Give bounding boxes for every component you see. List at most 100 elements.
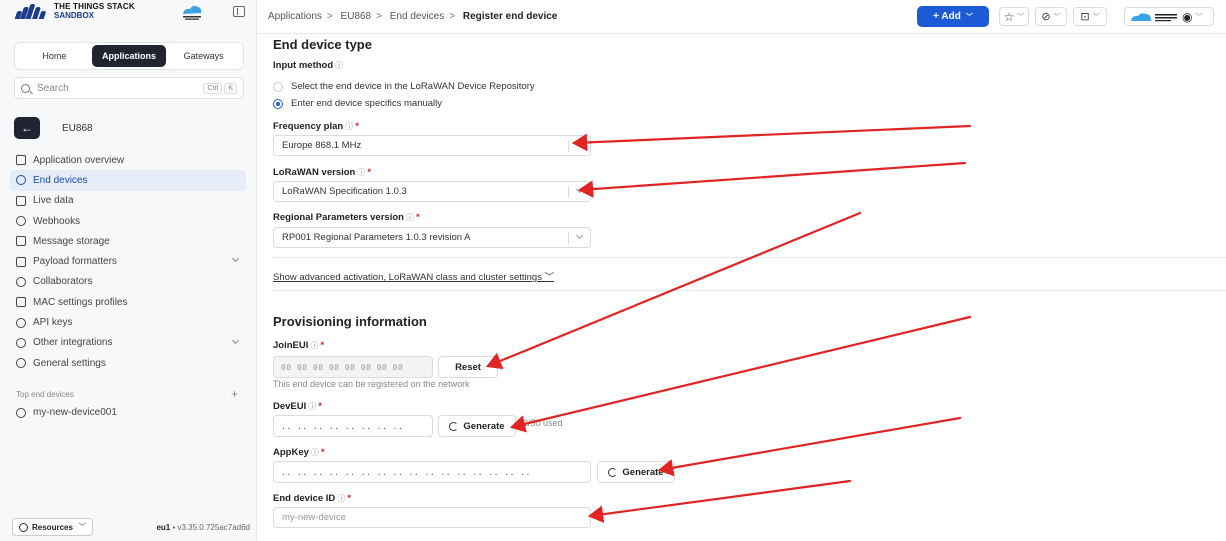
joineui-field[interactable]: 00 00 00 00 00 00 00 00 (273, 356, 433, 378)
radio-button[interactable] (273, 98, 283, 109)
sidebar-item-api-keys[interactable]: API keys (10, 312, 246, 332)
top-bar: Applications > EU868 > End devices > Regist… (257, 0, 1226, 34)
sidebar-item-payload-formatters[interactable]: Payload formatters (10, 251, 246, 271)
sidebar-item-mac-settings-profiles[interactable]: MAC settings profiles (10, 292, 246, 312)
braces-icon (16, 256, 26, 267)
cloud-logo-icon (1131, 12, 1151, 21)
sidebar-item-label: Collaborators (33, 276, 93, 288)
star-icon: ☆ (1003, 9, 1015, 24)
account-menu[interactable]: ◉ ﹀ (1124, 7, 1214, 26)
bookmarks-button[interactable]: ☆ ﹀ (999, 7, 1029, 26)
tts-logo-icon (14, 3, 47, 19)
appkey-field[interactable]: .. .. .. .. .. .. .. .. .. .. .. .. .. .… (273, 461, 591, 483)
sidebar-item-webhooks[interactable]: Webhooks (10, 211, 246, 231)
search-input[interactable]: Search Ctrl K (14, 77, 244, 99)
refresh-icon (449, 421, 459, 431)
sidebar-item-general-settings[interactable]: General settings (10, 353, 246, 373)
lorawan-version-select[interactable]: LoRaWAN Specification 1.0.3 (273, 181, 591, 202)
sidebar-item-label: Other integrations (33, 337, 113, 349)
sidebar-item-live-data[interactable]: Live data (10, 191, 246, 211)
breadcrumb-end-devices[interactable]: End devices (390, 11, 444, 22)
sidebar-item-other-integrations[interactable]: Other integrations (10, 333, 246, 353)
help-icon[interactable]: ⓘ (311, 448, 319, 457)
sidebar-item-label: Live data (33, 195, 74, 207)
help-icon[interactable]: ⓘ (310, 341, 318, 350)
sidebar-item-application-overview[interactable]: Application overview (10, 150, 246, 170)
help-icon[interactable]: ⓘ (357, 168, 365, 177)
chevron-down-icon: ﹀ (78, 524, 86, 531)
application-nav: Application overview End devices Live da… (10, 150, 246, 373)
sidebar-item-collaborators[interactable]: Collaborators (10, 272, 246, 292)
generate-appkey-button[interactable]: Generate (597, 461, 675, 483)
deveui-usage: 2/50 used (523, 418, 563, 428)
reset-button[interactable]: Reset (438, 356, 498, 378)
help-icon[interactable]: ⓘ (337, 494, 345, 503)
frequency-plan-text: Frequency plan (273, 121, 344, 132)
cluster-region: eu1 (156, 522, 171, 532)
radio-device-repository[interactable]: Select the end device in the LoRaWAN Dev… (273, 81, 535, 92)
brand-subtitle: SANDBOX (54, 11, 95, 20)
info-icon (19, 522, 28, 532)
resources-button[interactable]: Resources ﹀ (12, 518, 93, 536)
device-id-input[interactable] (273, 507, 591, 528)
search-placeholder: Search (37, 82, 69, 94)
chevron-down-icon: ﹀ (1092, 13, 1100, 21)
add-icon[interactable]: + (231, 387, 238, 401)
tag-icon: ⊘ (1041, 11, 1051, 23)
register-device-form: End device type Input method ⓘ Select the… (257, 34, 1226, 541)
sidebar-item-end-devices[interactable]: End devices (10, 170, 246, 191)
tab-gateways[interactable]: Gateways (166, 45, 241, 67)
back-button[interactable]: ← (14, 117, 40, 139)
shortcut-ctrl: Ctrl (203, 82, 223, 94)
breadcrumb-applications[interactable]: Applications (268, 11, 322, 22)
breadcrumb-current: Register end device (462, 11, 558, 22)
radio-manual[interactable]: Enter end device specifics manually (273, 98, 442, 109)
chevron-down-icon (575, 231, 584, 240)
deveui-field[interactable]: .. .. .. .. .. .. .. .. (273, 415, 433, 437)
chevron-down-icon (575, 185, 584, 194)
chip-icon (16, 175, 26, 186)
webhook-icon (16, 216, 26, 227)
sidebar-item-message-storage[interactable]: Message storage (10, 231, 246, 251)
top-device-item[interactable]: my-new-device001 (16, 407, 117, 418)
notifications-button[interactable]: ⊘ ﹀ (1035, 7, 1067, 26)
sidebar-collapse-icon[interactable] (233, 6, 245, 17)
help-icon[interactable]: ⓘ (406, 213, 414, 222)
device-id-text: End device ID (273, 493, 336, 504)
regional-params-select[interactable]: RP001 Regional Parameters 1.0.3 revision… (273, 227, 591, 248)
sidebar-item-label: Payload formatters (33, 256, 117, 268)
chevron-down-icon (231, 255, 240, 263)
radio-button[interactable] (273, 81, 283, 92)
sidebar: THE THINGS STACK SANDBOX Home Applicatio… (0, 0, 257, 541)
device-id-label: End device ID ⓘ * (273, 493, 352, 504)
chevron-down-icon (231, 336, 240, 344)
brand-logo[interactable]: THE THINGS STACK SANDBOX (14, 2, 135, 20)
chevron-down-icon: ﹀ (965, 13, 973, 21)
support-button[interactable]: ⊡ ﹀ (1073, 7, 1107, 26)
frequency-plan-value: Europe 868.1 MHz (282, 140, 362, 151)
help-icon[interactable]: ⓘ (308, 402, 316, 411)
advanced-link-text: Show advanced activation, LoRaWAN class … (273, 272, 542, 283)
help-icon[interactable]: ⓘ (345, 122, 353, 131)
add-button[interactable]: + Add ﹀ (917, 6, 989, 27)
chevron-down-icon: ﹀ (544, 272, 555, 283)
section-title-device-type: End device type (273, 37, 372, 52)
chevron-down-icon: ﹀ (1053, 13, 1061, 21)
generate-deveui-button[interactable]: Generate (438, 415, 516, 437)
user-avatar-icon: ◉ (1182, 9, 1193, 24)
advanced-settings-link[interactable]: Show advanced activation, LoRaWAN class … (273, 269, 554, 283)
tab-home[interactable]: Home (17, 45, 92, 67)
tab-applications[interactable]: Applications (91, 45, 167, 67)
frequency-plan-select[interactable]: Europe 868.1 MHz (273, 135, 591, 156)
breadcrumb-eu868[interactable]: EU868 (341, 11, 372, 22)
regional-params-label: Regional Parameters version ⓘ * (273, 212, 420, 223)
resources-label: Resources (32, 522, 73, 532)
application-name: EU868 (62, 122, 93, 134)
input-method-text: Input method (273, 60, 334, 71)
help-icon[interactable]: ⓘ (335, 61, 343, 70)
frequency-plan-label: Frequency plan ⓘ * (273, 121, 359, 132)
sidebar-item-label: General settings (33, 357, 106, 369)
generate-label: Generate (622, 466, 664, 478)
integrations-icon (16, 337, 26, 348)
joineui-hint: This end device can be registered on the… (273, 379, 470, 389)
